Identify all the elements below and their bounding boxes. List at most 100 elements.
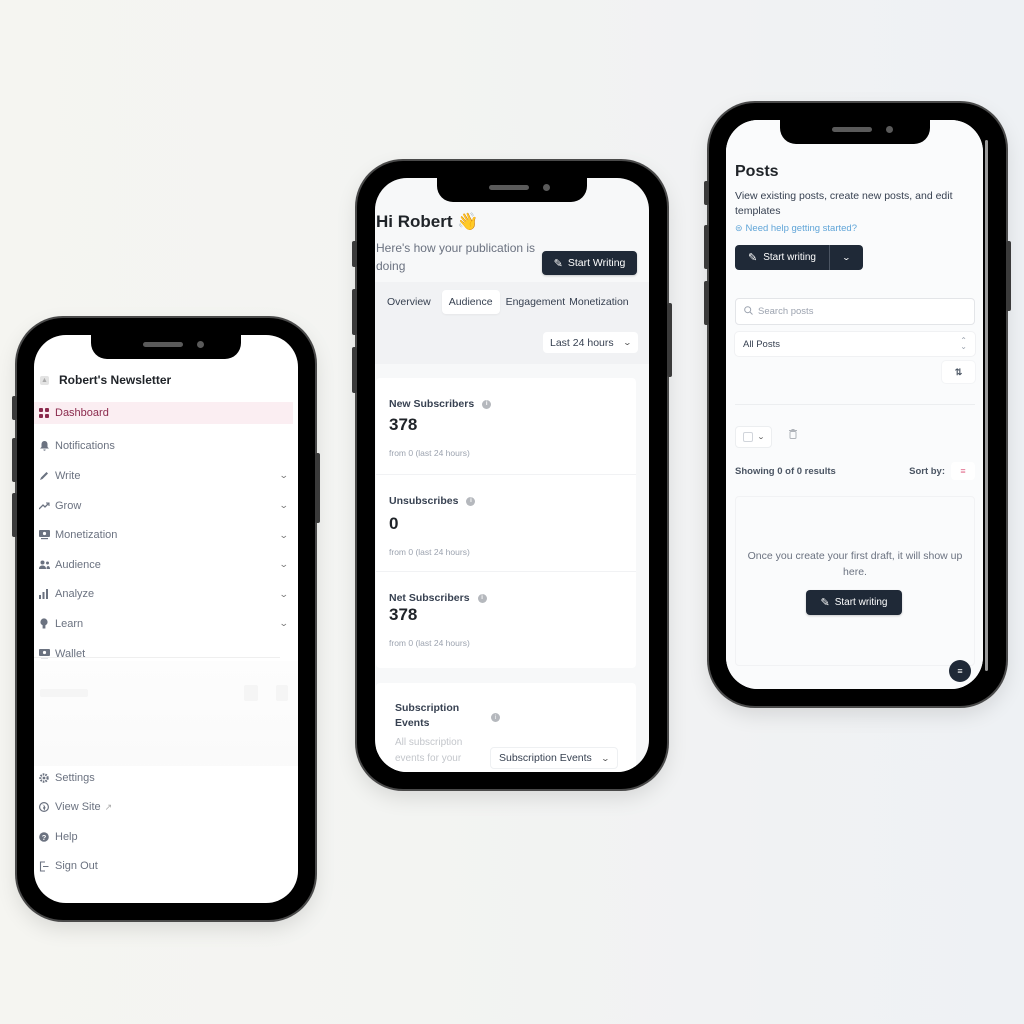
phone-power-button	[315, 453, 320, 523]
stat-value: 378	[389, 605, 418, 624]
stat-title: New Subscribers	[389, 398, 475, 410]
empty-message: Once you create your first draft, it wil…	[747, 550, 963, 578]
menu-fab-button[interactable]: ≡	[949, 660, 971, 682]
chevron-down-icon[interactable]: ⌄	[279, 559, 289, 570]
globe-icon	[37, 801, 51, 813]
sidebar-item-grow[interactable]: Grow ⌄	[34, 491, 298, 521]
phone-dashboard: Hi Robert 👋 Here's how your publication …	[352, 161, 672, 789]
sidebar-item-write[interactable]: Write ⌄	[34, 461, 298, 491]
sidebar-item-label: View Site	[55, 801, 101, 814]
start-writing-button[interactable]: ✎ Start writing	[735, 245, 830, 270]
sidebar-item-label: Monetization	[55, 529, 118, 542]
chevron-down-icon[interactable]: ⌄	[279, 530, 289, 541]
phone-volume-up-button	[12, 438, 17, 482]
sign-out-icon	[37, 860, 51, 872]
phone-volume-down-button	[704, 281, 709, 325]
stat-unsubscribes: Unsubscribes i 0 from 0 (last 24 hours)	[376, 475, 636, 572]
sidebar-nav: Dashboard Notifications Write ⌄ Grow ⌄ M…	[34, 402, 298, 668]
chevron-down-icon[interactable]: ⌄	[279, 500, 289, 511]
start-writing-split-button: ✎ Start writing ⌄	[735, 245, 863, 270]
scrollbar[interactable]	[985, 140, 988, 671]
chevron-down-icon[interactable]: ⌄	[279, 618, 289, 629]
start-writing-button[interactable]: ✎ Start Writing	[542, 251, 637, 275]
sidebar-item-label: Grow	[55, 499, 82, 512]
events-select-value: Subscription Events	[499, 752, 592, 764]
faded-sidebar-section	[34, 661, 298, 766]
chevron-down-icon[interactable]: ⌄	[279, 470, 289, 481]
phone-volume-down-button	[12, 493, 17, 537]
page-title: Posts	[735, 163, 779, 180]
sidebar-item-learn[interactable]: Learn ⌄	[34, 609, 298, 639]
tabs-area: Overview Audience Engagement Monetizatio…	[375, 282, 649, 364]
chevron-down-icon: ⌄	[622, 338, 633, 347]
chevron-down-icon[interactable]: ⌄	[279, 589, 289, 600]
events-type-select[interactable]: Subscription Events ⌄	[490, 747, 618, 769]
sidebar-item-label: Dashboard	[55, 407, 109, 419]
question-icon: ?	[37, 831, 51, 843]
sliders-icon: ⇅	[954, 366, 963, 377]
phone-power-button	[667, 303, 672, 377]
sidebar-item-notifications[interactable]: Notifications	[34, 432, 298, 462]
tab-overview[interactable]: Overview	[380, 290, 438, 314]
publication-logo-icon: ▲	[40, 375, 49, 385]
publication-name: Robert's Newsletter	[59, 373, 172, 387]
start-writing-label: Start writing	[834, 597, 888, 608]
info-icon[interactable]: i	[482, 399, 492, 409]
subscription-events-card: Subscription Events i All subscription e…	[376, 683, 636, 772]
info-icon[interactable]: i	[477, 593, 487, 603]
sidebar-item-sign-out[interactable]: Sign Out	[34, 852, 298, 882]
help-link[interactable]: ⊜ Need help getting started?	[735, 223, 857, 234]
start-writing-dropdown[interactable]: ⌄	[830, 245, 863, 270]
svg-text:?: ?	[42, 833, 47, 842]
pencil-icon	[37, 470, 51, 482]
phone-mute-button	[352, 241, 357, 267]
sidebar-item-monetization[interactable]: Monetization ⌄	[34, 520, 298, 550]
time-range-select[interactable]: Last 24 hours ⌄	[543, 332, 638, 353]
select-all-dropdown[interactable]: ⌄	[735, 426, 772, 448]
phone-notch	[91, 335, 241, 359]
tab-engagement[interactable]: Engagement	[504, 290, 568, 314]
results-count: Showing 0 of 0 results	[735, 466, 836, 477]
time-range-value: Last 24 hours	[550, 336, 614, 349]
info-icon[interactable]: i	[466, 496, 476, 506]
tab-monetization[interactable]: Monetization	[567, 290, 631, 314]
tab-audience[interactable]: Audience	[441, 290, 500, 314]
sidebar-divider	[34, 657, 280, 658]
stat-value: 0	[389, 514, 399, 533]
publication-header[interactable]: ▲ Robert's Newsletter	[34, 367, 298, 393]
stat-net-subscribers: Net Subscribers i 378 from 0 (last 24 hou…	[376, 572, 636, 669]
stat-comparison: from 0 (last 24 hours)	[389, 638, 470, 648]
waving-hand-icon: 👋	[457, 212, 479, 231]
pencil-icon: ✎	[553, 257, 563, 270]
select-all-checkbox[interactable]	[742, 432, 753, 442]
sidebar-item-dashboard[interactable]: Dashboard	[34, 402, 293, 424]
phone-mute-button	[12, 396, 17, 420]
sidebar-item-settings[interactable]: Settings	[34, 763, 298, 793]
search-placeholder: Search posts	[758, 306, 814, 317]
sidebar-item-label: Settings	[55, 771, 95, 784]
posts-filter-select[interactable]: All Posts ⌃ ⌄	[735, 332, 975, 356]
phone-volume-down-button	[352, 347, 357, 393]
empty-start-writing-button[interactable]: ✎ Start writing	[806, 590, 902, 615]
search-posts-input[interactable]: Search posts	[735, 298, 975, 325]
info-icon[interactable]: i	[491, 713, 500, 722]
lightbulb-icon	[37, 618, 51, 630]
phone-mute-button	[704, 181, 709, 205]
stat-comparison: from 0 (last 24 hours)	[389, 547, 470, 557]
phone-power-button	[1006, 241, 1011, 311]
sidebar-item-help[interactable]: ? Help	[34, 822, 298, 852]
phone-notch	[437, 178, 587, 202]
page-description: View existing posts, create new posts, a…	[735, 190, 953, 217]
help-link-text: Need help getting started?	[745, 223, 857, 234]
trash-icon[interactable]	[789, 429, 797, 442]
updown-chevron-icon: ⌃ ⌄	[960, 336, 967, 351]
sidebar-item-analyze[interactable]: Analyze ⌄	[34, 580, 298, 610]
start-writing-label: Start writing	[763, 252, 816, 263]
sidebar-item-audience[interactable]: Audience ⌄	[34, 550, 298, 580]
greeting-text: Hi Robert	[376, 212, 453, 231]
greeting-subtitle: Here's how your publication is doing	[376, 241, 536, 273]
sidebar-item-view-site[interactable]: View Site ↗	[34, 793, 298, 823]
phone-sidebar: ▲ Robert's Newsletter Dashboard Notifica…	[12, 318, 320, 920]
sort-button[interactable]: ≡	[951, 462, 975, 480]
filter-settings-button[interactable]: ⇅	[942, 361, 975, 383]
